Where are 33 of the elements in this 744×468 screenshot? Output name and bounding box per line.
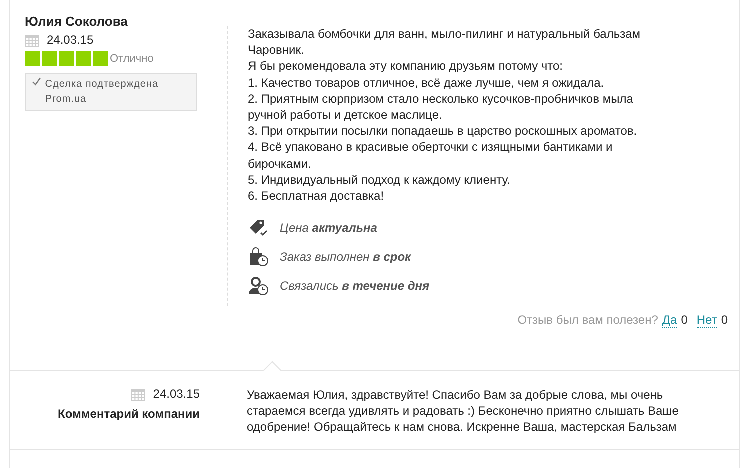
calendar-icon (131, 388, 146, 400)
review-text-line: Заказывала бомбочки для ванн, мыло-пилинг и натуральный бальзам (248, 26, 642, 42)
review-text-line: бирочками. (248, 156, 312, 172)
person-clock-icon (248, 276, 270, 296)
review-text-line: Чаровник. (248, 42, 306, 58)
comment-label: Комментарий компании (58, 407, 200, 421)
review-text-line: 2. Приятным сюрпризом стало несколько кусочков-пробничков мыла (248, 90, 634, 108)
yes-count: 0 (681, 313, 688, 328)
review-text-line: 5. Индивидуальный подход к каждому клиенту. (248, 172, 512, 188)
no-count: 0 (721, 313, 728, 328)
comment-date: 24.03.15 (153, 387, 200, 401)
comment-text-line: Уважаемая Юлия, здравствуйте! Спасибо Вам за добрые слова, мы очень (247, 387, 664, 404)
author-name: Юлия Соколова (25, 14, 129, 29)
tag-icon (248, 218, 270, 238)
review-text-line: 4. Всё упаковано в красивые оберточки с изящными бантиками и (248, 139, 614, 156)
review-text-line: 6. Бесплатная доставка! (248, 188, 386, 204)
bag-clock-icon (248, 247, 270, 268)
review-text-line: Я бы рекомендовала эту компанию друзьям потому что: (248, 58, 564, 75)
comment-text-line: одобрение! Обращайтесь к нам снова. Искренне Ваша, мастерская Бальзам (247, 419, 678, 436)
review-text-line: 1. Качество товаров отличное, всё даже лучше, чем я ожидала. (248, 74, 606, 91)
calendar-icon (25, 34, 39, 46)
verified-text: Сделка подтверждена Prom.ua (45, 78, 160, 107)
comment-text-line: стараемся всегда удивлять и радовать :) Бесконечно приятно слышать Ваше (247, 403, 679, 420)
yes-link[interactable]: Да (662, 313, 678, 328)
review-date: 24.03.15 (47, 33, 94, 47)
review-text-line: ручной работы и детское маслице. (248, 107, 444, 124)
no-link[interactable]: Нет (696, 313, 718, 328)
feature-label: Связались в течение дня (280, 279, 430, 294)
feature-label: Цена актуальна (280, 221, 378, 236)
review-text-line: 3. При открытии посылки попадаешь в царство роскошных ароматов. (248, 123, 638, 140)
feature-label: Заказ выполнен в срок (280, 250, 412, 264)
helpful-question: Отзыв был вам полезен? (518, 313, 658, 328)
rating-label: Отлично (110, 52, 154, 64)
